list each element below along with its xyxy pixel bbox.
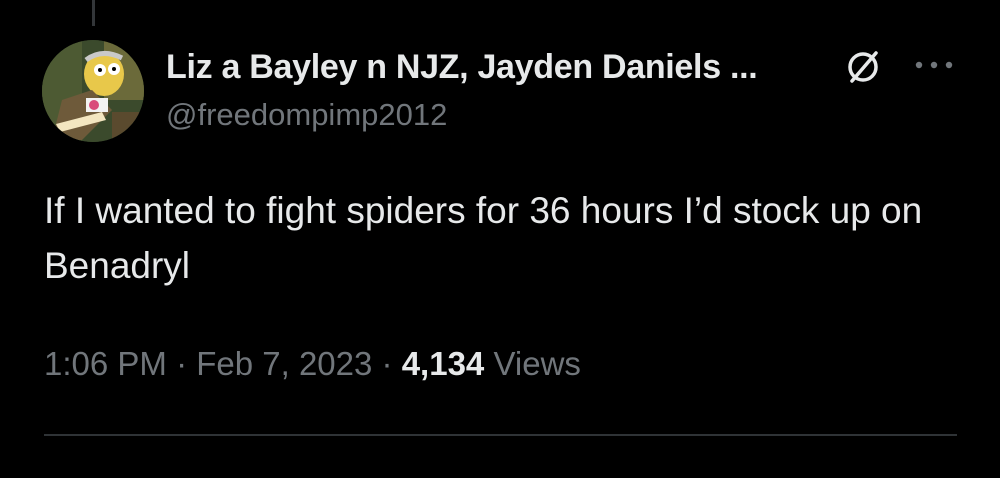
meta-separator: · <box>372 345 402 382</box>
avatar-image <box>42 40 144 142</box>
tweet-date[interactable]: Feb 7, 2023 <box>196 345 372 382</box>
views-count[interactable]: 4,134 <box>402 345 485 382</box>
thread-connector-line <box>92 0 95 26</box>
more-horizontal-icon[interactable] <box>912 52 956 78</box>
avatar[interactable] <box>42 40 144 142</box>
author-handle[interactable]: @freedompimp2012 <box>166 97 447 133</box>
tweet-time[interactable]: 1:06 PM <box>44 345 167 382</box>
author-name[interactable]: Liz a Bayley n NJZ, Jayden Daniels ... <box>166 48 758 87</box>
views-label: Views <box>484 345 581 382</box>
tweet-text: If I wanted to fight spiders for 36 hour… <box>44 190 923 286</box>
circle-slash-icon <box>848 51 878 83</box>
tweet-metadata: 1:06 PM · Feb 7, 2023 · 4,134 Views <box>44 345 581 383</box>
divider <box>44 434 957 436</box>
meta-separator: · <box>166 345 197 382</box>
